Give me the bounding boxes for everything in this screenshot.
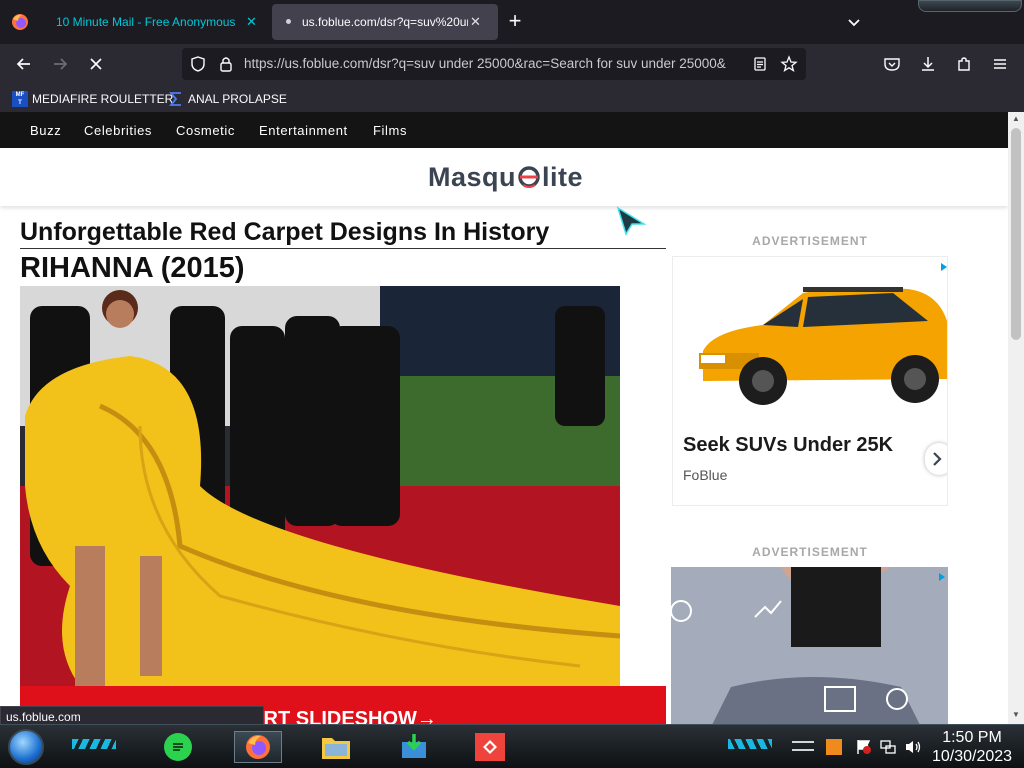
new-tab-button[interactable]: +	[504, 10, 526, 34]
scrollbar-thumb[interactable]	[1011, 128, 1021, 340]
taskbar-notes-app[interactable]	[158, 731, 198, 763]
start-orb-icon[interactable]	[8, 729, 44, 765]
bookmark-anal-prolapse[interactable]: ANAL PROLAPSE	[168, 91, 287, 107]
vertical-scrollbar[interactable]: ▲ ▼	[1008, 112, 1024, 724]
loading-dot-icon	[286, 19, 291, 24]
suv-image	[693, 281, 947, 411]
ad-title[interactable]: Seek SUVs Under 25K	[683, 434, 893, 457]
mouse-cursor-icon	[616, 206, 647, 236]
headline-rule	[20, 248, 666, 249]
url-text[interactable]: https://us.foblue.com/dsr?q=suv under 25…	[244, 56, 744, 71]
notes-icon	[164, 733, 192, 761]
bookmarks-toolbar: MF T MEDIAFIRE ROULETTER ANAL PROLAPSE	[0, 84, 1024, 112]
taskbar-decoration	[72, 739, 116, 749]
ad-next-button[interactable]	[925, 443, 947, 475]
tray-network-icon[interactable]	[880, 739, 896, 760]
tab-foblue[interactable]: us.foblue.com/dsr?q=suv%20und ✕	[272, 4, 498, 40]
tab-title: 10 Minute Mail - Free Anonymous Te	[56, 15, 236, 29]
adchoices-icon-2[interactable]	[937, 569, 947, 581]
taskbar-download-app[interactable]	[394, 731, 434, 763]
taskbar-firefox-app[interactable]	[234, 731, 282, 763]
logo-e-icon	[517, 165, 541, 189]
nav-celebrities[interactable]: Celebrities	[84, 123, 152, 138]
advertisement-label-2: ADVERTISEMENT	[752, 545, 868, 559]
list-all-tabs-icon[interactable]	[844, 12, 864, 32]
article-headline: Unforgettable Red Carpet Designs In Hist…	[20, 218, 550, 246]
bookmark-mediafire-rouletter[interactable]: MF T MEDIAFIRE ROULETTER	[12, 91, 173, 107]
bookmark-label: ANAL PROLAPSE	[188, 92, 287, 106]
back-button[interactable]	[12, 52, 36, 76]
link-status-tooltip: us.foblue.com	[0, 706, 264, 726]
logo-bar: Masqu lite	[0, 148, 1008, 206]
firefox-menu-icon[interactable]	[10, 12, 30, 32]
site-nav: Buzz Celebrities Cosmetic Entertainment …	[0, 112, 1008, 148]
extensions-icon[interactable]	[952, 52, 976, 76]
sigma-icon	[168, 91, 184, 107]
lock-icon[interactable]	[218, 55, 234, 78]
anydesk-icon	[475, 733, 505, 761]
tracking-protection-icon[interactable]	[190, 56, 206, 77]
clock-time: 1:50 PM	[942, 729, 1002, 746]
tab-close-icon[interactable]: ✕	[470, 14, 481, 30]
reader-view-icon[interactable]	[752, 56, 768, 77]
slideshow-label: ART SLIDESHOW→	[249, 708, 437, 724]
suv-ad[interactable]: Seek SUVs Under 25K FoBlue	[672, 256, 948, 506]
folder-icon	[322, 738, 350, 759]
clock-date: 10/30/2023	[931, 748, 1013, 765]
slide-title: RIHANNA (2015)	[20, 252, 245, 284]
pocket-icon[interactable]	[880, 52, 904, 76]
taskbar-file-explorer[interactable]	[316, 731, 356, 763]
scroll-down-arrow-icon[interactable]: ▼	[1012, 710, 1020, 719]
forward-button[interactable]	[48, 52, 72, 76]
web-page: Buzz Celebrities Cosmetic Entertainment …	[0, 112, 1008, 724]
logo-text-b: lite	[542, 161, 584, 192]
advertisement-label: ADVERTISEMENT	[752, 234, 868, 248]
tech-ad[interactable]	[671, 567, 948, 724]
tab-title: us.foblue.com/dsr?q=suv%20und	[302, 15, 468, 29]
tab-10-minute-mail[interactable]: 10 Minute Mail - Free Anonymous Te ✕	[44, 4, 270, 40]
stop-loading-button[interactable]	[84, 52, 108, 76]
logo-text-a: Masqu	[428, 161, 517, 192]
nav-films[interactable]: Films	[373, 123, 407, 138]
taskbar-decoration-right	[728, 739, 772, 749]
tab-close-icon[interactable]: ✕	[246, 14, 257, 30]
tray-action-center-icon[interactable]	[792, 741, 814, 751]
taskbar-anydesk-app[interactable]	[470, 731, 510, 763]
site-logo[interactable]: Masqu lite	[428, 161, 583, 193]
tray-volume-icon[interactable]	[904, 739, 922, 760]
tray-app-icon[interactable]	[826, 739, 842, 755]
window-caption-decoration	[918, 0, 1022, 12]
scroll-up-arrow-icon[interactable]: ▲	[1012, 114, 1020, 123]
bookmark-label: MEDIAFIRE ROULETTER	[32, 92, 174, 106]
tab-strip: 10 Minute Mail - Free Anonymous Te ✕ us.…	[0, 0, 1024, 44]
mediafire-icon: MF T	[12, 91, 28, 107]
downloads-icon[interactable]	[916, 52, 940, 76]
ad-source: FoBlue	[683, 467, 728, 483]
adchoices-icon[interactable]	[939, 259, 947, 271]
nav-buzz[interactable]: Buzz	[30, 123, 61, 138]
navigation-toolbar: https://us.foblue.com/dsr?q=suv under 25…	[0, 44, 1024, 84]
slide-photo[interactable]	[20, 286, 620, 686]
address-bar[interactable]: https://us.foblue.com/dsr?q=suv under 25…	[182, 48, 806, 80]
taskbar: 1:50 PM 10/30/2023	[0, 724, 1024, 768]
download-app-icon	[402, 734, 426, 758]
app-menu-icon[interactable]	[988, 52, 1012, 76]
tray-flag-icon[interactable]	[856, 739, 872, 760]
nav-entertainment[interactable]: Entertainment	[259, 123, 348, 138]
firefox-icon	[246, 735, 270, 759]
bookmark-star-icon[interactable]	[780, 55, 798, 78]
taskbar-clock[interactable]: 1:50 PM 10/30/2023	[926, 728, 1018, 766]
nav-cosmetic[interactable]: Cosmetic	[176, 123, 235, 138]
